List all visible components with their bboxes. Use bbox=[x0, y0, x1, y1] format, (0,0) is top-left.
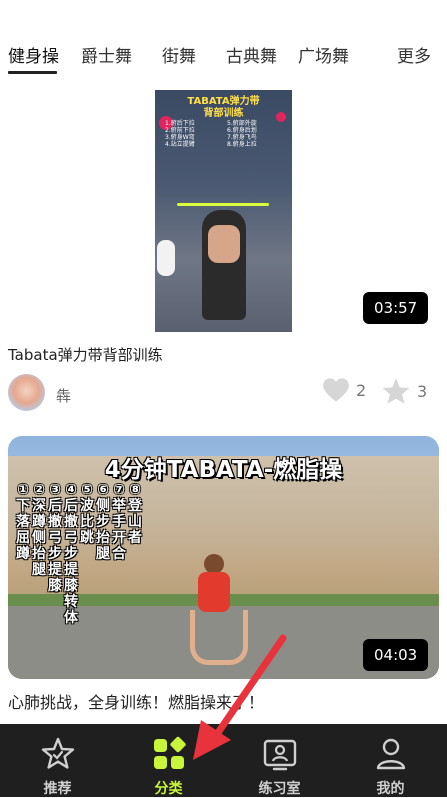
video-duration-badge: 04:03 bbox=[363, 639, 429, 671]
thumbnail-headline: 4分钟TABATA-燃脂操 bbox=[104, 457, 343, 483]
annotation-arrow-icon bbox=[193, 634, 287, 760]
move-label: ⑧登山者 bbox=[128, 482, 142, 546]
move-label: ⑦举手开合 bbox=[112, 482, 126, 562]
active-tab-indicator bbox=[8, 71, 57, 74]
resistance-band bbox=[177, 203, 269, 206]
thumbnail-move-list: ①下落屈蹲 ②深蹲侧抬腿 ③后撤弓步提膝 ④后撤弓步提膝转体 ⑤波比跳 ⑥侧步抬… bbox=[16, 482, 142, 626]
video-duration-badge: 03:57 bbox=[363, 292, 429, 324]
tab-classical-dance[interactable]: 古典舞 bbox=[226, 42, 277, 67]
move-label: ②深蹲侧抬腿 bbox=[32, 482, 46, 578]
tab-square-dance[interactable]: 广场舞 bbox=[298, 42, 349, 67]
video-title[interactable]: Tabata弹力带背部训练 bbox=[8, 344, 163, 365]
favorite-button[interactable]: 3 bbox=[381, 377, 427, 405]
thumbnail-move-list: 1.俯后下拉 2.俯前下拉 3.俯身W弯 4.站立提臂 5.俯部外旋 6.俯身后… bbox=[165, 120, 257, 148]
more-tabs-button[interactable]: 更多 bbox=[397, 42, 431, 67]
move-label: ⑥侧步抬腿 bbox=[96, 482, 110, 562]
category-grid-icon bbox=[154, 736, 186, 769]
category-tabs: 健身操 爵士舞 街舞 古典舞 广场舞 更多 bbox=[0, 0, 447, 80]
move-label: ①下落屈蹲 bbox=[16, 482, 30, 562]
dog-figure bbox=[157, 240, 175, 276]
tab-fitness-aerobics[interactable]: 健身操 bbox=[8, 42, 59, 67]
star-icon bbox=[382, 378, 410, 404]
nav-label: 分类 bbox=[154, 781, 183, 797]
move-label: ⑤波比跳 bbox=[80, 482, 94, 546]
like-button[interactable]: 2 bbox=[322, 377, 366, 403]
star-icon bbox=[41, 737, 75, 769]
thumbnail-headline: TABATA弹力带 背部训练 bbox=[187, 96, 260, 119]
profile-icon bbox=[376, 738, 406, 770]
nav-recommend[interactable]: 推荐 bbox=[2, 724, 113, 797]
nav-label: 练习室 bbox=[258, 781, 301, 797]
heart-icon bbox=[323, 378, 349, 402]
move-label: ③后撤弓步提膝 bbox=[48, 482, 62, 594]
athlete-back bbox=[208, 225, 240, 263]
tab-jazz-dance[interactable]: 爵士舞 bbox=[81, 42, 132, 67]
nav-label: 推荐 bbox=[43, 781, 72, 797]
author-name[interactable]: 犇 bbox=[56, 385, 71, 406]
video-thumbnail-1[interactable]: TABATA弹力带 背部训练 1.俯后下拉 2.俯前下拉 3.俯身W弯 4.站立… bbox=[155, 90, 292, 332]
tab-street-dance[interactable]: 街舞 bbox=[162, 42, 196, 67]
avatar[interactable] bbox=[8, 374, 45, 411]
move-label: ④后撤弓步提膝转体 bbox=[64, 482, 78, 626]
favorite-count: 3 bbox=[417, 381, 428, 401]
nav-profile[interactable]: 我的 bbox=[335, 724, 446, 797]
like-count: 2 bbox=[356, 380, 367, 400]
nav-label: 我的 bbox=[376, 781, 405, 797]
